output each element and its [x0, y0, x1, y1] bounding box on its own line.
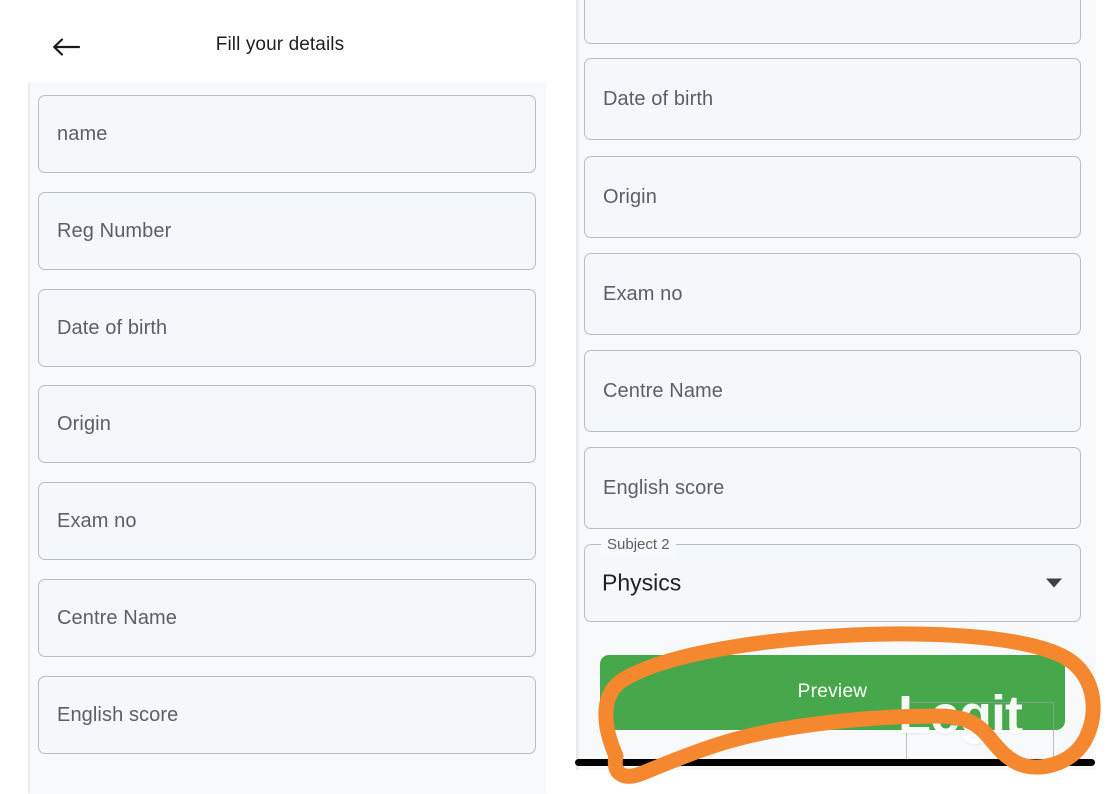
- select-label: Subject 2: [601, 535, 676, 555]
- field-placeholder: Centre Name: [603, 379, 724, 402]
- field-placeholder: English score: [57, 703, 179, 726]
- field-reg-number[interactable]: Reg Number: [38, 192, 536, 270]
- field-english-score-right[interactable]: English score: [584, 447, 1081, 529]
- screenshot-root: Fill your details name Reg Number Date o…: [0, 0, 1120, 794]
- field-date-of-birth-right[interactable]: Date of birth: [584, 58, 1081, 140]
- field-placeholder: Origin: [57, 412, 111, 435]
- chevron-down-icon[interactable]: [1046, 578, 1062, 588]
- page-title: Fill your details: [215, 34, 345, 55]
- field-centre-name[interactable]: Centre Name: [38, 579, 536, 657]
- app-bar: Fill your details: [0, 0, 560, 82]
- preview-button[interactable]: Preview: [600, 655, 1065, 730]
- field-placeholder: Date of birth: [603, 87, 714, 110]
- field-placeholder: Origin: [603, 185, 657, 208]
- field-centre-name-right[interactable]: Centre Name: [584, 350, 1081, 432]
- field-placeholder: Date of birth: [57, 316, 168, 339]
- field-date-of-birth[interactable]: Date of birth: [38, 289, 536, 367]
- field-placeholder: English score: [603, 476, 725, 499]
- field-partial-top[interactable]: [584, 0, 1081, 44]
- field-placeholder: name: [57, 122, 108, 145]
- field-name[interactable]: name: [38, 95, 536, 173]
- field-placeholder: Exam no: [57, 509, 137, 532]
- field-placeholder: Reg Number: [57, 219, 172, 242]
- select-value: Physics: [602, 569, 682, 596]
- field-exam-no-right[interactable]: Exam no: [584, 253, 1081, 335]
- home-indicator-bar: [575, 759, 1095, 766]
- field-exam-no[interactable]: Exam no: [38, 482, 536, 560]
- field-placeholder: Centre Name: [57, 606, 178, 629]
- field-origin-right[interactable]: Origin: [584, 156, 1081, 238]
- field-english-score[interactable]: English score: [38, 676, 536, 754]
- field-origin[interactable]: Origin: [38, 385, 536, 463]
- select-subject-2[interactable]: Subject 2 Physics: [584, 535, 1081, 622]
- field-placeholder: Exam no: [603, 282, 683, 305]
